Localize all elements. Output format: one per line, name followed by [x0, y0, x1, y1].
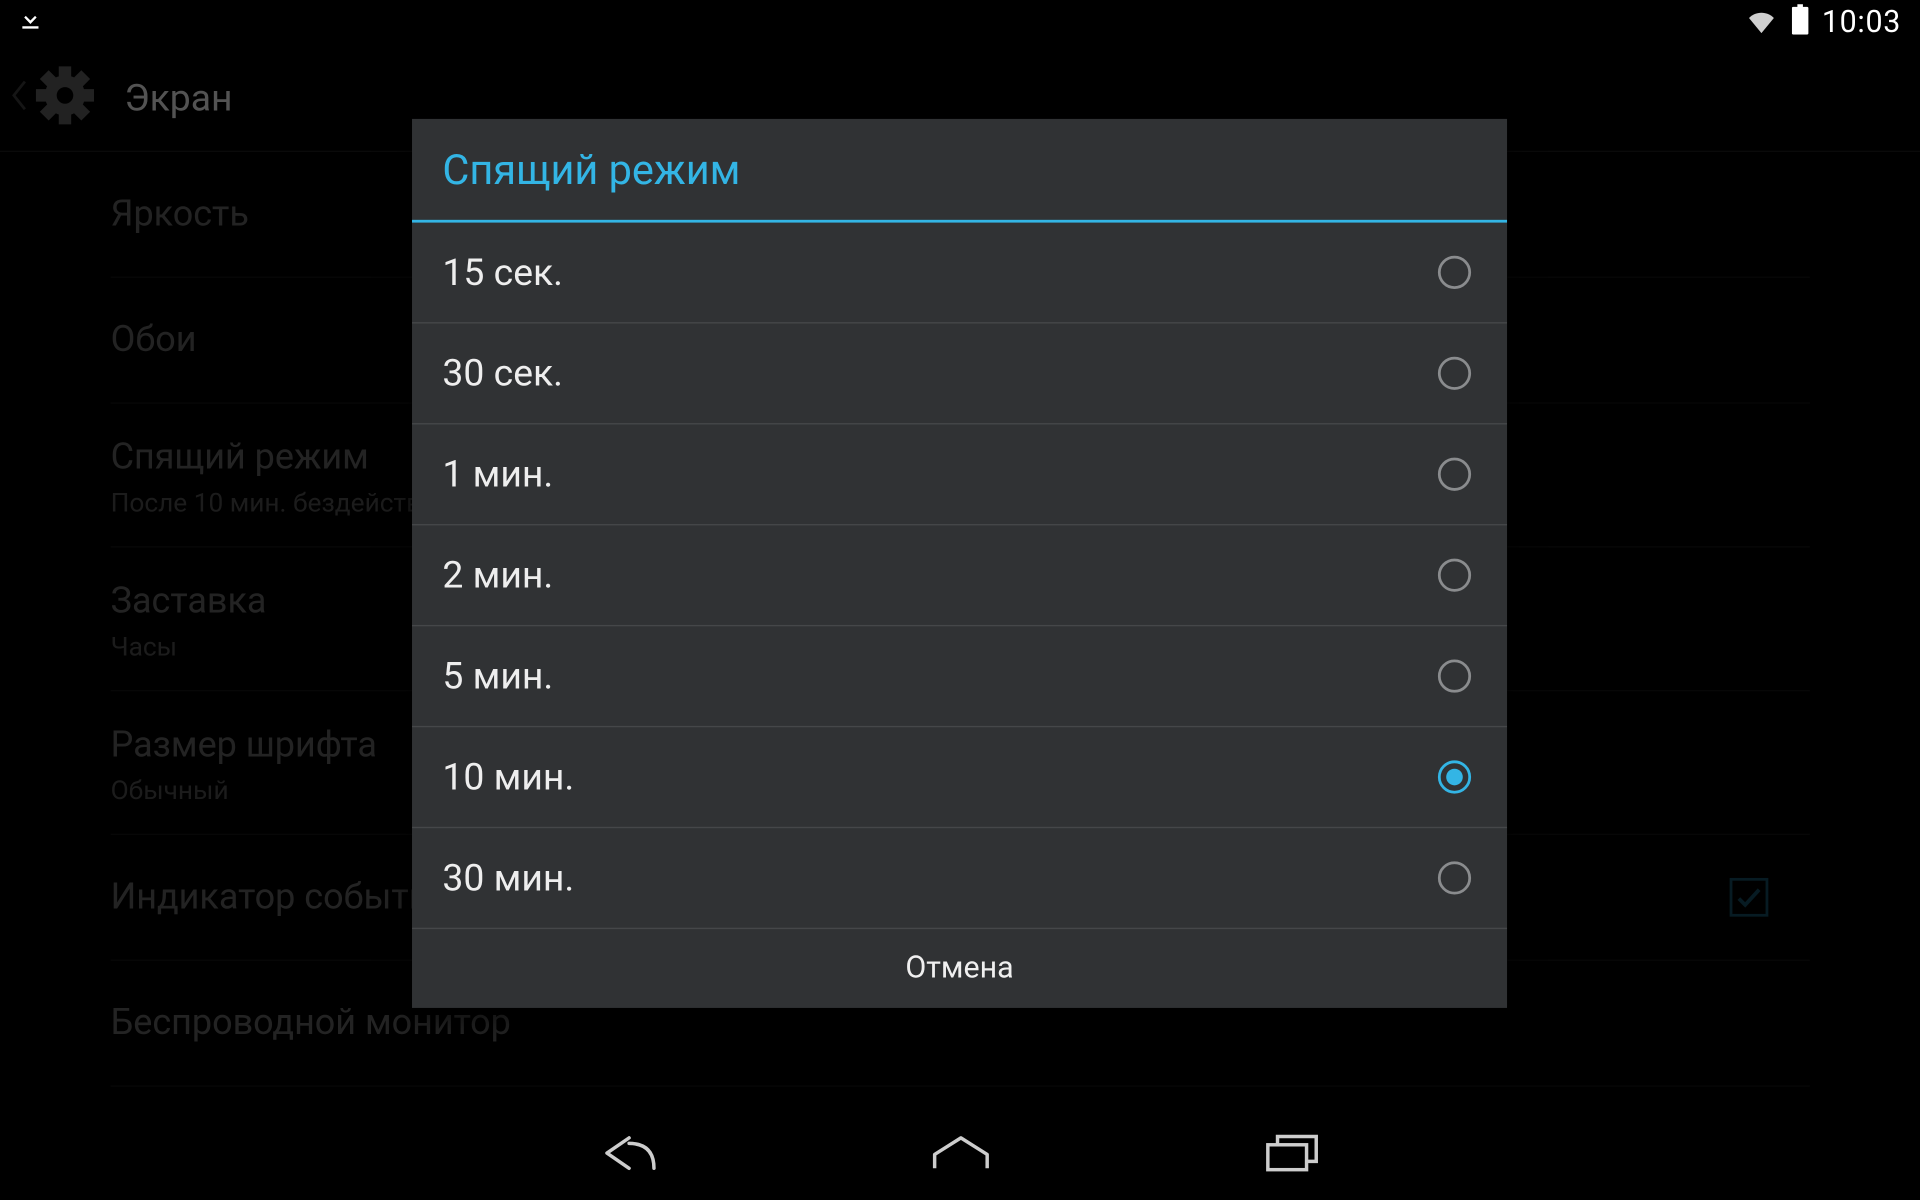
download-icon [17, 5, 45, 41]
wifi-icon [1744, 5, 1777, 41]
option-label: 15 сек. [442, 250, 1437, 294]
option-2-min[interactable]: 2 мин. [412, 525, 1507, 626]
option-15-sec[interactable]: 15 сек. [412, 223, 1507, 324]
option-30-min[interactable]: 30 мин. [412, 828, 1507, 928]
option-label: 30 сек. [442, 351, 1437, 395]
option-1-min[interactable]: 1 мин. [412, 424, 1507, 525]
dialog-options: 15 сек. 30 сек. 1 мин. 2 мин. 5 мин. 10 … [412, 223, 1507, 928]
dialog-title: Спящий режим [412, 119, 1507, 220]
radio-selected-icon [1438, 760, 1471, 793]
option-label: 5 мин. [442, 654, 1437, 698]
option-label: 2 мин. [442, 553, 1437, 597]
radio-icon [1438, 861, 1471, 894]
navigation-bar [0, 1106, 1920, 1200]
status-bar: 10:03 [0, 0, 1920, 46]
cancel-button[interactable]: Отмена [412, 929, 1507, 1008]
radio-icon [1438, 357, 1471, 390]
option-label: 10 мин. [442, 755, 1437, 799]
radio-icon [1438, 660, 1471, 693]
battery-icon [1791, 3, 1808, 42]
status-clock: 10:03 [1822, 6, 1901, 41]
radio-icon [1438, 559, 1471, 592]
nav-recents-icon[interactable] [1257, 1125, 1326, 1180]
sleep-timeout-dialog: Спящий режим 15 сек. 30 сек. 1 мин. 2 ми… [412, 119, 1507, 1008]
option-label: 1 мин. [442, 452, 1437, 496]
option-10-min[interactable]: 10 мин. [412, 727, 1507, 828]
option-5-min[interactable]: 5 мин. [412, 626, 1507, 727]
option-label: 30 мин. [442, 856, 1437, 900]
nav-back-icon[interactable] [594, 1125, 663, 1180]
radio-icon [1438, 458, 1471, 491]
nav-home-icon[interactable] [926, 1125, 995, 1180]
radio-icon [1438, 256, 1471, 289]
option-30-sec[interactable]: 30 сек. [412, 324, 1507, 425]
